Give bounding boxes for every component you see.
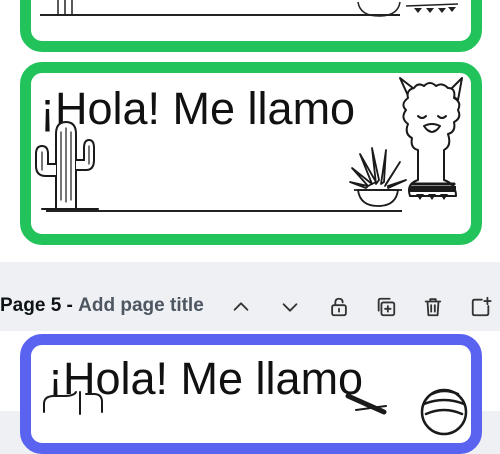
chevron-down-icon — [282, 303, 298, 312]
add-page-title-input[interactable]: Add page title — [78, 295, 204, 316]
move-page-up-button[interactable] — [229, 295, 253, 319]
add-page-icon — [471, 296, 492, 317]
trash-icon — [424, 298, 442, 317]
lock-page-button[interactable] — [327, 295, 351, 319]
name-line-1 — [40, 14, 400, 16]
hearts-garland-1 — [405, 3, 459, 13]
chevron-up-icon — [233, 302, 249, 311]
cactus-illustration-2 — [35, 120, 99, 210]
pinata-illustration-3 — [345, 388, 468, 436]
unlock-icon — [331, 297, 347, 317]
move-page-down-button[interactable] — [278, 295, 302, 319]
duplicate-page-button[interactable] — [374, 295, 398, 319]
design-canvas: ¡Hola! Me llamo Page 5 - Add page title … — [0, 0, 500, 454]
add-page-button[interactable] — [469, 295, 493, 319]
page-title-row: Page 5 - Add page title — [0, 295, 204, 317]
llama-illustration-2 — [399, 77, 463, 200]
delete-page-button[interactable] — [421, 295, 445, 319]
plant-pot-illustration-1 — [357, 1, 401, 17]
duplicate-page-icon — [377, 297, 396, 317]
page-number-label: Page 5 — [0, 295, 62, 316]
page-title-separator: - — [66, 295, 73, 316]
cactus-illustration-1 — [57, 0, 73, 14]
cactus-illustration-3 — [43, 391, 103, 415]
